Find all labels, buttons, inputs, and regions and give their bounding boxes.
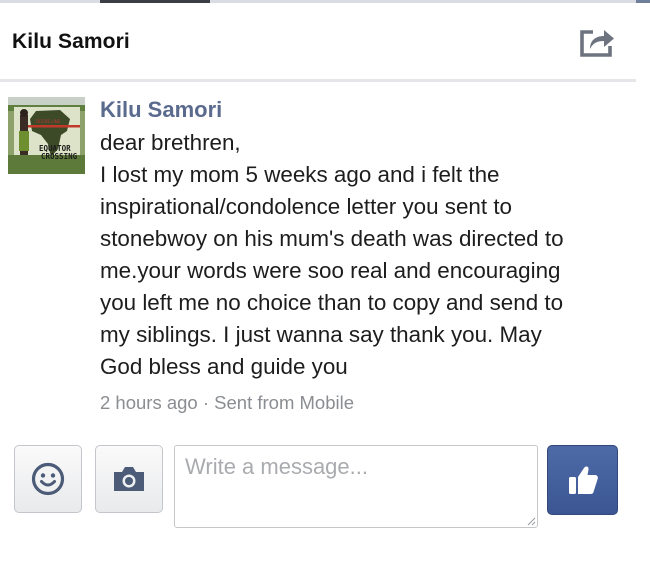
top-strip-edge <box>636 0 650 3</box>
conversation-title: Kilu Samori <box>12 30 130 53</box>
emoji-button[interactable] <box>14 445 82 513</box>
avatar-photo: DEGRE LINE EQUATOR CROSSING <box>8 97 85 174</box>
message-line: me.your words were soo real and encourag… <box>100 258 561 283</box>
message-line: God bless and guide you <box>100 354 348 379</box>
meta-separator: · <box>202 392 210 413</box>
message-input[interactable] <box>174 445 538 528</box>
thumbs-up-icon <box>568 466 598 494</box>
message-line: my siblings. I just wanna say thank you.… <box>100 322 542 347</box>
conversation-header: Kilu Samori <box>0 3 636 79</box>
camera-button[interactable] <box>95 445 163 513</box>
share-icon <box>580 30 614 57</box>
camera-icon <box>114 467 144 491</box>
message-line: you left me no choice than to copy and s… <box>100 290 564 315</box>
message-source: Sent from Mobile <box>214 392 355 413</box>
svg-text:CROSSING: CROSSING <box>41 152 78 161</box>
avatar[interactable]: DEGRE LINE EQUATOR CROSSING <box>8 97 85 174</box>
sender-name[interactable]: Kilu Samori <box>100 97 222 123</box>
header-divider <box>0 79 636 82</box>
resize-grip-icon[interactable] <box>526 516 536 526</box>
message-meta: 2 hours ago · Sent from Mobile <box>100 392 354 414</box>
message-line: I lost my mom 5 weeks ago and i felt the <box>100 162 500 187</box>
share-button[interactable] <box>578 25 616 59</box>
like-button[interactable] <box>547 445 618 515</box>
message-line: stonebwoy on his mum's death was directe… <box>100 226 564 251</box>
message-line: dear brethren, <box>100 130 241 155</box>
smiley-icon <box>31 462 65 496</box>
svg-text:DEGRE LINE: DEGRE LINE <box>36 119 61 124</box>
message-timestamp: 2 hours ago <box>100 392 198 413</box>
message-line: inspirational/condolence letter you sent… <box>100 194 512 219</box>
message-text: dear brethren, I lost my mom 5 weeks ago… <box>100 127 630 383</box>
